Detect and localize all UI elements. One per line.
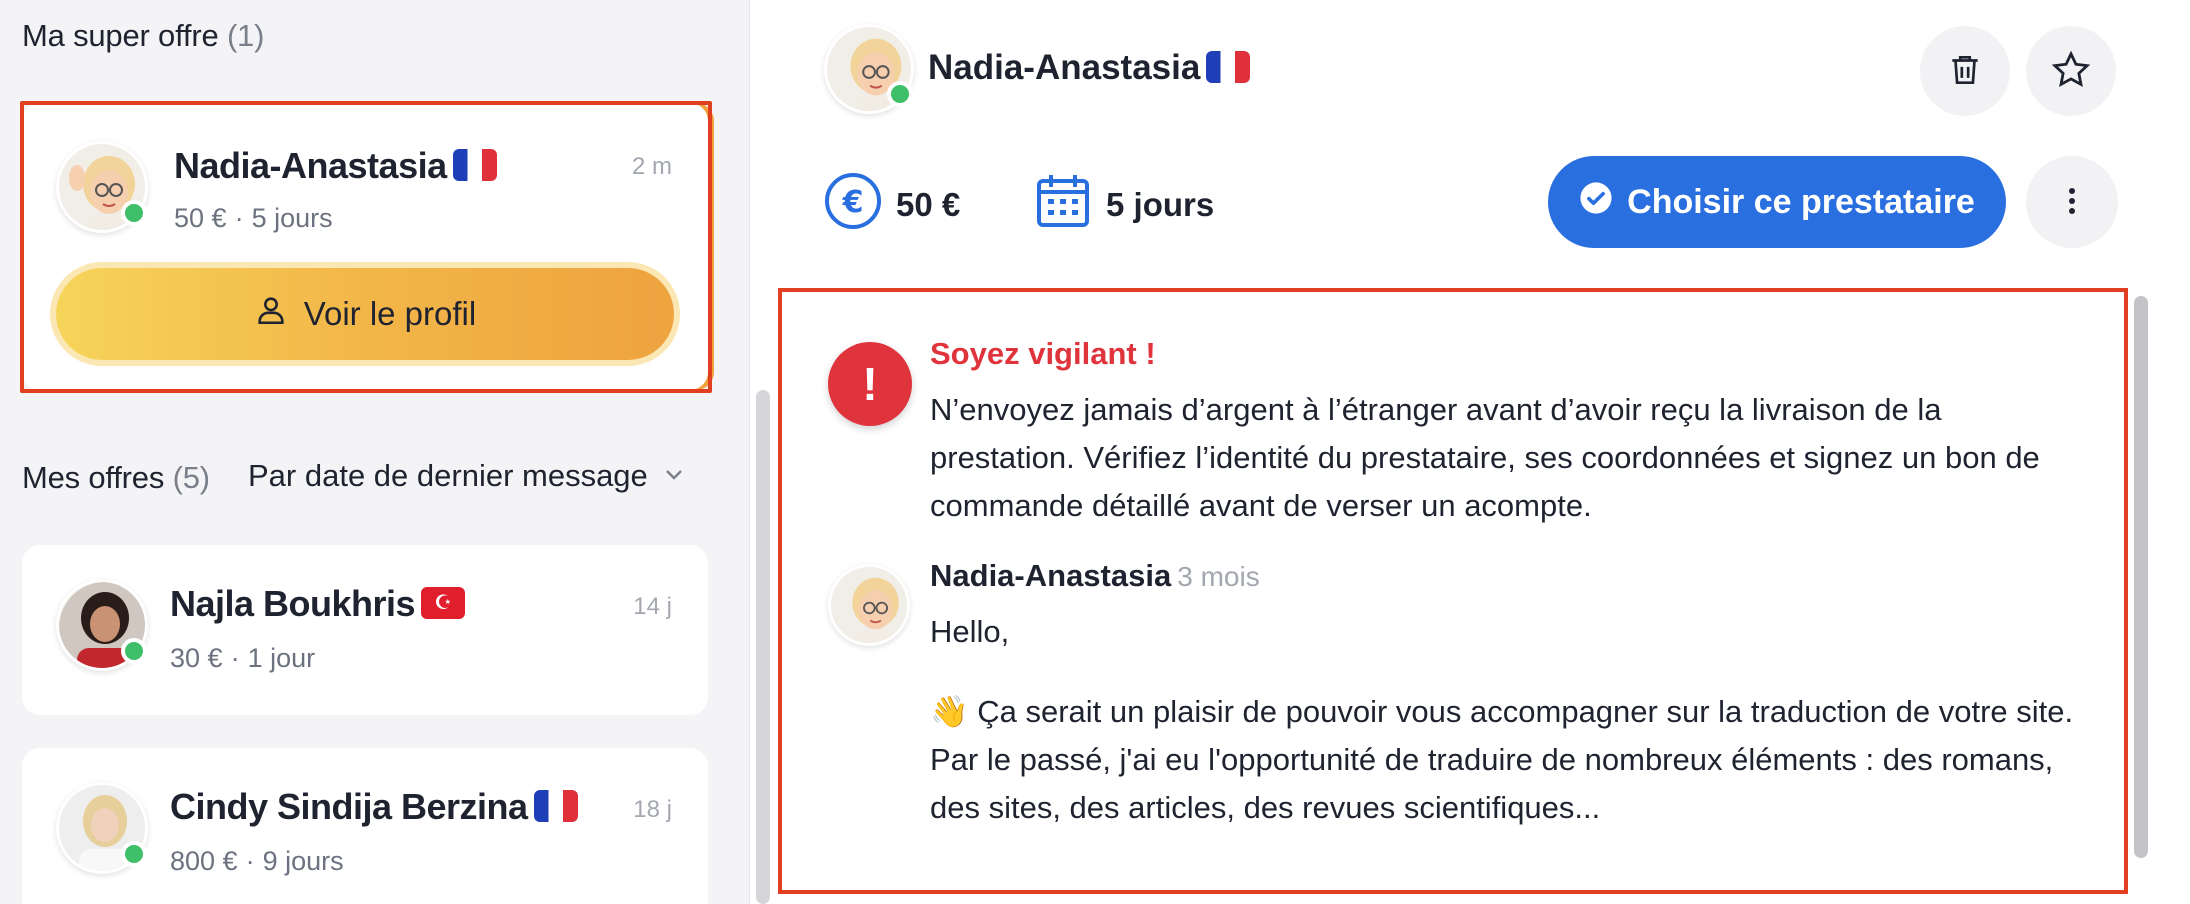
- offers-scrollbar[interactable]: [756, 390, 770, 904]
- calendar-icon: [1034, 172, 1092, 238]
- france-flag-icon: [1206, 50, 1251, 83]
- list-item[interactable]: Najla Boukhris ☪ 30 € · 1 jour 14 j: [22, 545, 708, 715]
- user-icon: [254, 293, 288, 335]
- duration-value: 5 jours: [1106, 186, 1215, 223]
- offer-price: 50 €: [174, 203, 227, 233]
- message-author: Nadia-Anastasia 3 mois: [930, 558, 1260, 594]
- duration-stat: 5 jours: [1034, 172, 1214, 238]
- avatar: [56, 579, 148, 671]
- view-profile-button[interactable]: Voir le profil: [56, 268, 674, 360]
- message-line: Par le passé, j'ai eu l'opportunité de t…: [930, 742, 2054, 825]
- choose-provider-label: Choisir ce prestataire: [1627, 182, 1975, 221]
- offers-title: Mes offres: [22, 460, 165, 495]
- favorite-button[interactable]: [2026, 26, 2116, 116]
- online-status-dot: [887, 81, 913, 107]
- offer-meta: 800 € · 9 jours: [170, 846, 344, 877]
- message-author-name: Nadia-Anastasia: [930, 558, 1172, 593]
- warning-text: N’envoyez jamais d’argent à l’étranger a…: [930, 392, 2040, 523]
- online-status-dot: [121, 841, 147, 867]
- tunisia-flag-icon: ☪: [421, 587, 466, 620]
- avatar: [828, 564, 910, 646]
- offer-duration: 1 jour: [247, 643, 316, 673]
- avatar: [56, 141, 148, 233]
- provider-name-text: Nadia-Anastasia: [928, 48, 1201, 87]
- offer-duration: 5 jours: [251, 203, 333, 233]
- view-profile-label: Voir le profil: [303, 295, 477, 332]
- message-timestamp: 3 mois: [1177, 561, 1260, 592]
- offer-meta: 30 € · 1 jour: [170, 643, 315, 674]
- online-status-dot: [121, 200, 147, 226]
- price-value: 50 €: [896, 186, 961, 223]
- sort-label: Par date de dernier message: [248, 458, 648, 493]
- sort-dropdown[interactable]: Par date de dernier message: [248, 458, 686, 494]
- offer-detail-panel: Nadia-Anastasia € 50 € 5 jours Choisir c…: [778, 0, 2190, 904]
- offers-panel: Ma super offre (1) Nadia-Anastasia 50 € …: [0, 0, 770, 904]
- offer-name: Nadia-Anastasia: [174, 145, 497, 187]
- euro-icon: €: [824, 172, 882, 238]
- provider-name: Nadia-Anastasia: [928, 48, 1251, 88]
- offer-price: 800 €: [170, 846, 238, 876]
- super-offer-title: Ma super offre: [22, 18, 219, 53]
- warning-title: Soyez vigilant !: [930, 336, 1156, 371]
- svg-text:€: €: [842, 185, 864, 220]
- warning-icon: !: [828, 342, 912, 426]
- trash-icon: [1946, 51, 1984, 92]
- super-offer-heading: Ma super offre (1): [22, 18, 264, 54]
- message-greeting: Hello,: [930, 614, 1010, 649]
- offer-duration: 9 jours: [262, 846, 344, 876]
- avatar: [56, 782, 148, 874]
- memoji-avatar-icon: [831, 567, 907, 643]
- message-thread: ! Soyez vigilant ! N’envoyez jamais d’ar…: [778, 288, 2128, 894]
- online-status-dot: [121, 638, 147, 664]
- offer-name-text: Nadia-Anastasia: [174, 145, 447, 186]
- more-options-button[interactable]: [2026, 156, 2118, 248]
- check-circle-icon: [1579, 181, 1613, 224]
- france-flag-icon: [533, 790, 578, 823]
- delete-button[interactable]: [1920, 26, 2010, 116]
- chevron-down-icon: [662, 458, 686, 494]
- avatar: [824, 24, 914, 114]
- offer-name-text: Najla Boukhris: [170, 583, 416, 624]
- offer-name: Cindy Sindija Berzina: [170, 786, 578, 828]
- super-offer-card[interactable]: Nadia-Anastasia 50 € · 5 jours 2 m Voir le…: [20, 101, 712, 393]
- message-line: 👋 Ça serait un plaisir de pouvoir vous a…: [930, 694, 2074, 729]
- offer-name: Najla Boukhris ☪: [170, 583, 466, 625]
- price-stat: € 50 €: [824, 172, 960, 238]
- offer-meta: 50 € · 5 jours: [174, 203, 333, 234]
- separator-dot: ·: [234, 203, 244, 233]
- message-scrollbar[interactable]: [2134, 296, 2148, 858]
- star-icon: [2050, 49, 2092, 94]
- offer-time: 14 j: [633, 593, 672, 620]
- offer-price: 30 €: [170, 643, 223, 673]
- message-body: Hello, 👋 Ça serait un plaisir de pouvoir…: [930, 608, 2100, 832]
- super-offer-count: (1): [226, 18, 265, 53]
- more-vertical-icon: [2067, 186, 2077, 219]
- separator-dot: ·: [245, 846, 255, 876]
- offer-name-text: Cindy Sindija Berzina: [170, 786, 528, 827]
- choose-provider-button[interactable]: Choisir ce prestataire: [1548, 156, 2006, 248]
- separator-dot: ·: [230, 643, 240, 673]
- offers-count: (5): [172, 460, 210, 495]
- list-item[interactable]: Cindy Sindija Berzina 800 € · 9 jours 18 j: [22, 748, 708, 904]
- offer-time: 2 m: [631, 153, 672, 180]
- offers-heading: Mes offres (5): [22, 460, 210, 496]
- offer-time: 18 j: [633, 796, 672, 823]
- france-flag-icon: [452, 149, 497, 182]
